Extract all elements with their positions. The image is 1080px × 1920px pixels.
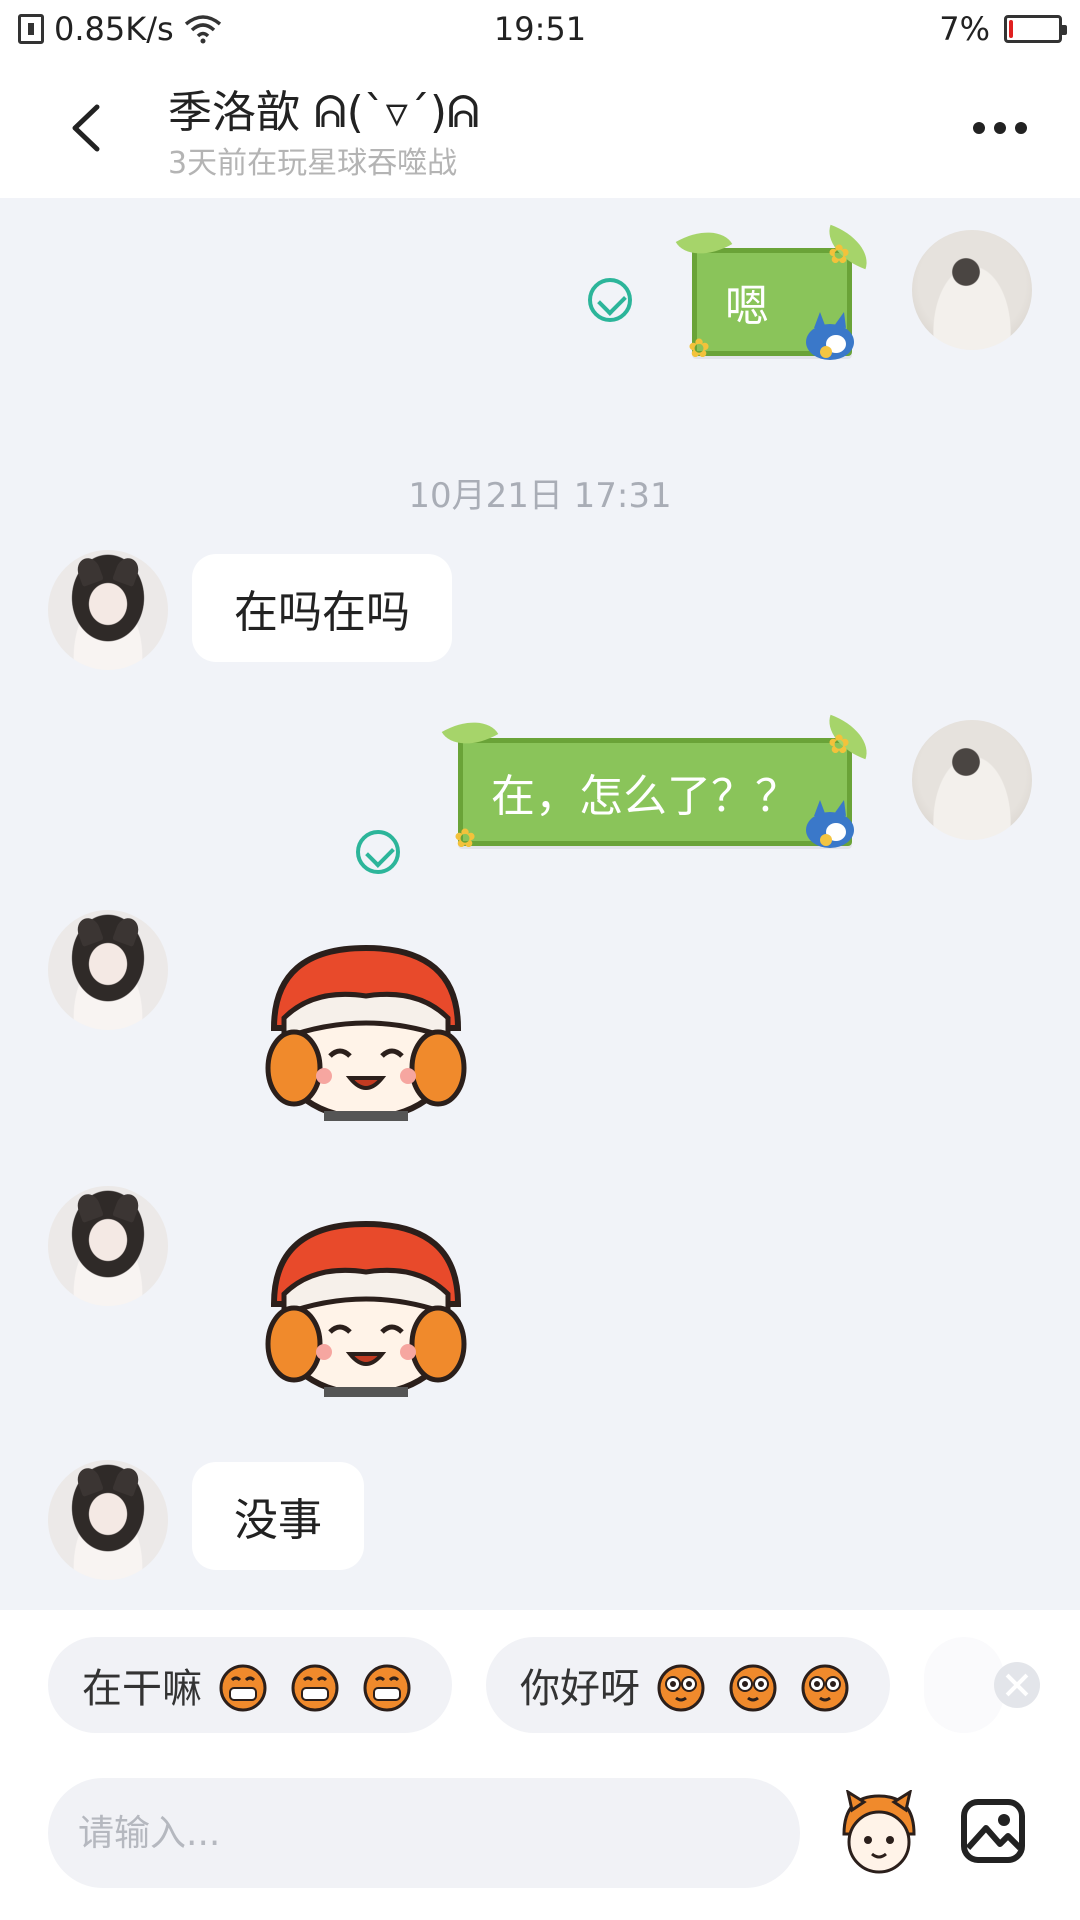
sticker-image[interactable] [254,938,478,1128]
dot-icon [1015,122,1027,134]
flower-decoration-icon: ✿ [828,730,850,760]
input-bar [0,1760,1080,1920]
message-text: 嗯 [725,281,769,332]
wide-eye-emoji-icon [729,1664,777,1712]
sticker-image[interactable] [254,1214,478,1404]
battery-fill [1009,20,1013,38]
status-bar: 0.85K/s 19:51 7% [0,0,1080,58]
battery-icon [1004,15,1067,43]
back-button[interactable] [50,93,120,163]
chip-label: 你好呀 [520,1666,640,1712]
close-quick-replies-icon[interactable] [994,1662,1040,1708]
grin-emoji-icon [363,1664,411,1712]
dot-icon [994,122,1006,134]
contact-avatar[interactable] [48,1460,168,1580]
contact-avatar[interactable] [48,1186,168,1306]
more-options-button[interactable] [960,98,1040,158]
network-speed: 0.85K/s [54,10,174,48]
chevron-left-icon [72,104,100,152]
mascot-decoration-icon [806,312,854,360]
wifi-icon [184,15,221,44]
message-timestamp: 10月21日 17:31 [408,476,672,516]
chat-header: 季洛歆 ᕱ(`▿´)ᕱ 3天前在玩星球吞噬战 [0,58,1080,198]
quick-reply-bar: 在干嘛 你好呀 [0,1610,1080,1760]
my-avatar[interactable] [912,720,1032,840]
contact-name[interactable]: 季洛歆 ᕱ(`▿´)ᕱ [168,76,480,140]
status-right: 7% [939,10,1067,48]
dot-icon [973,122,985,134]
read-receipt-icon [356,830,400,874]
flower-decoration-icon: ✿ [688,334,710,364]
received-message-bubble[interactable]: 在吗在吗 [192,554,452,662]
read-receipt-icon [588,278,632,322]
message-text: 在，怎么了？？ [491,771,799,822]
sticker-button-icon[interactable] [834,1790,924,1880]
status-left: 0.85K/s [18,10,222,48]
sim-icon [18,14,44,44]
quick-reply-chip[interactable]: 你好呀 [486,1637,890,1733]
quick-reply-chip-partial[interactable] [924,1637,1004,1733]
chat-area[interactable]: 嗯 ✿ ✿ 10月21日 17:31 在吗在吗 在，怎么了？？ ✿ ✿ 没事 [0,198,1080,1610]
received-message-bubble[interactable]: 没事 [192,1462,364,1570]
image-picker-icon[interactable] [960,1798,1026,1864]
message-input[interactable] [48,1778,800,1888]
contact-status: 3天前在玩星球吞噬战 [168,146,458,181]
message-text: 在吗在吗 [234,587,410,638]
battery-percent: 7% [939,10,990,48]
wide-eye-emoji-icon [801,1664,849,1712]
grin-emoji-icon [219,1664,267,1712]
grin-emoji-icon [291,1664,339,1712]
message-text: 没事 [234,1495,322,1546]
wide-eye-emoji-icon [657,1664,705,1712]
quick-reply-chip[interactable]: 在干嘛 [48,1637,452,1733]
chip-label: 在干嘛 [82,1666,202,1712]
contact-avatar[interactable] [48,550,168,670]
flower-decoration-icon: ✿ [454,824,476,854]
contact-avatar[interactable] [48,910,168,1030]
mascot-decoration-icon [806,800,854,848]
my-avatar[interactable] [912,230,1032,350]
flower-decoration-icon: ✿ [828,240,850,270]
sent-message-bubble[interactable]: 在，怎么了？？ [458,738,852,846]
